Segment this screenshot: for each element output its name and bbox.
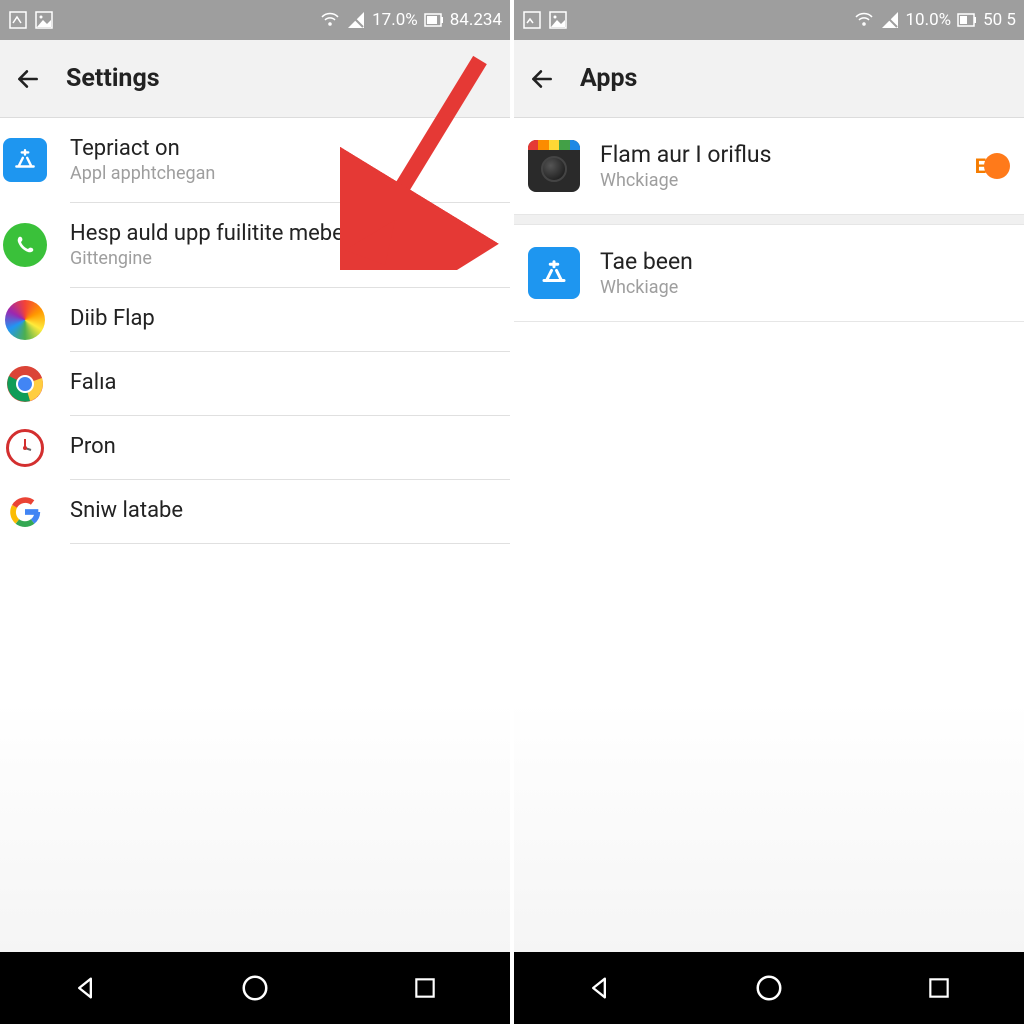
status-image-icon <box>34 10 54 30</box>
phone-right: 10.0% 50 5 Apps Flam aur I o <box>510 0 1024 1024</box>
appstore-icon <box>3 138 47 182</box>
back-button[interactable] <box>14 65 42 93</box>
clock-icon <box>6 429 44 467</box>
item-sub: Gittengine <box>70 248 494 269</box>
apps-list[interactable]: Flam aur I oriflus Whckiage E Tae been W… <box>514 118 1024 952</box>
signal-icon <box>346 10 366 30</box>
battery-pct: 10.0% <box>906 10 952 30</box>
phone-left: 17.0% 84.234 Settings Tepriact on Appl a… <box>0 0 510 1024</box>
battery-icon <box>424 10 444 30</box>
status-box-icon <box>8 10 28 30</box>
google-g-icon <box>5 492 45 532</box>
colorful-icon <box>5 300 45 340</box>
item-title: Diib Flap <box>70 306 494 331</box>
item-title: Tae been <box>600 248 1010 275</box>
item-sub: Appl apphtchegan <box>70 163 494 184</box>
settings-item-tepriact[interactable]: Tepriact on Appl apphtchegan <box>70 118 510 203</box>
status-clock: 84.234 <box>450 10 502 30</box>
settings-item-diib[interactable]: Diib Flap <box>70 288 510 352</box>
camera-icon <box>528 140 580 192</box>
nav-home-button[interactable] <box>237 970 273 1006</box>
header: Settings <box>0 40 510 118</box>
battery-pct: 17.0% <box>372 10 418 30</box>
item-title: Tepriact on <box>70 136 494 161</box>
settings-item-hesp[interactable]: Hesp auld upp fuilitite mebean Gittengin… <box>70 203 510 288</box>
list-separator <box>514 215 1024 225</box>
status-image-icon <box>548 10 568 30</box>
item-title: Sniw latabe <box>70 498 494 523</box>
back-button[interactable] <box>528 65 556 93</box>
nav-recents-button[interactable] <box>921 970 957 1006</box>
item-sub: Whckiage <box>600 277 1010 298</box>
signal-icon <box>880 10 900 30</box>
item-title: Flam aur I oriflus <box>600 141 955 168</box>
page-title: Settings <box>66 64 160 93</box>
settings-item-falia[interactable]: Falıa <box>70 352 510 416</box>
battery-icon <box>957 10 977 30</box>
toggle-switch[interactable]: E <box>975 153 1010 179</box>
wifi-icon <box>854 10 874 30</box>
apps-item-tae[interactable]: Tae been Whckiage <box>514 225 1024 322</box>
item-title: Pron <box>70 434 494 459</box>
nav-back-button[interactable] <box>581 970 617 1006</box>
toggle-knob <box>984 153 1010 179</box>
status-clock: 50 5 <box>983 10 1016 30</box>
item-title: Falıa <box>70 370 494 395</box>
phone-icon <box>3 223 47 267</box>
settings-item-pron[interactable]: Pron <box>70 416 510 480</box>
status-box-icon <box>522 10 542 30</box>
item-sub: Whckiage <box>600 170 955 191</box>
chrome-icon <box>5 364 45 404</box>
settings-item-sniw[interactable]: Sniw latabe <box>70 480 510 544</box>
nav-bar <box>0 952 510 1024</box>
appstore-icon <box>528 247 580 299</box>
settings-list[interactable]: Tepriact on Appl apphtchegan Hesp auld u… <box>0 118 510 952</box>
wifi-icon <box>320 10 340 30</box>
status-bar: 17.0% 84.234 <box>0 0 510 40</box>
nav-home-button[interactable] <box>751 970 787 1006</box>
nav-bar <box>514 952 1024 1024</box>
item-title: Hesp auld upp fuilitite mebean <box>70 221 494 246</box>
header: Apps <box>514 40 1024 118</box>
page-title: Apps <box>580 64 637 93</box>
status-bar: 10.0% 50 5 <box>514 0 1024 40</box>
nav-recents-button[interactable] <box>407 970 443 1006</box>
apps-item-flam[interactable]: Flam aur I oriflus Whckiage E <box>514 118 1024 215</box>
nav-back-button[interactable] <box>67 970 103 1006</box>
